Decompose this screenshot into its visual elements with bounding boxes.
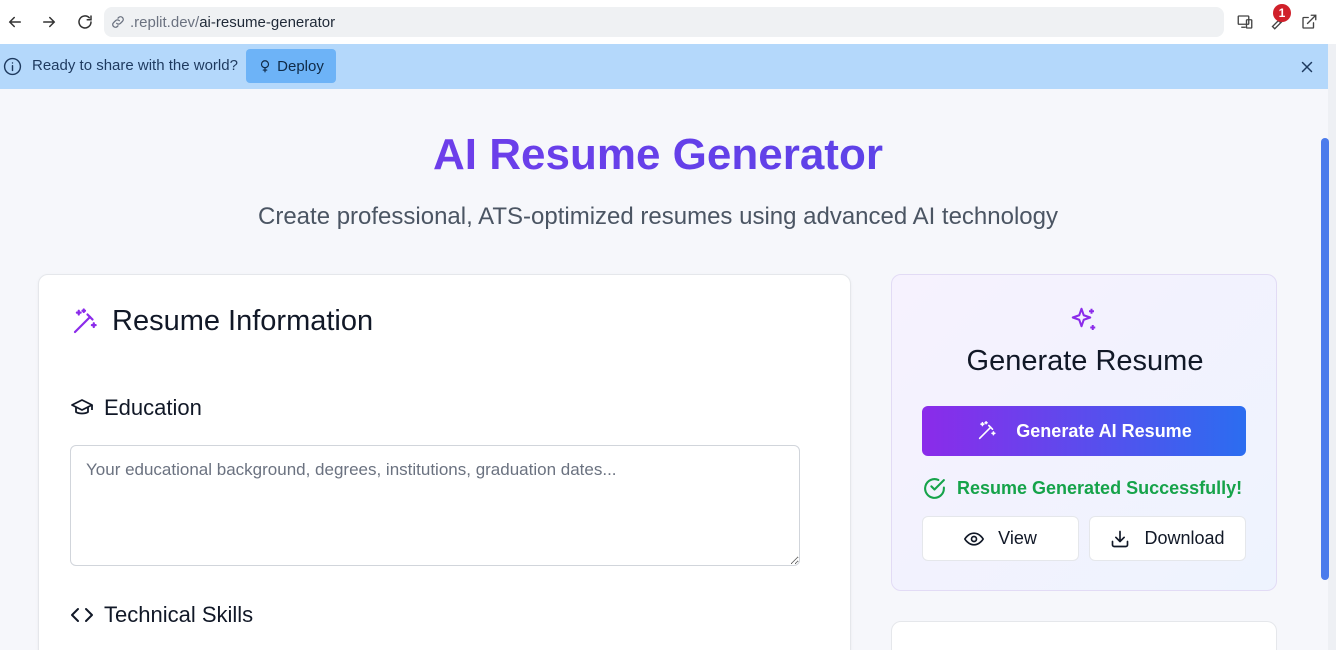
scrollbar-thumb[interactable] — [1321, 138, 1329, 580]
magic-wand-icon — [979, 421, 996, 440]
address-bar[interactable]: .replit.dev/ai-resume-generator — [104, 7, 1224, 37]
success-message: Resume Generated Successfully! — [922, 476, 1242, 501]
card-title-row: Resume Information — [70, 305, 373, 338]
generate-title: Generate Resume — [966, 345, 1204, 377]
deploy-label: Deploy — [277, 57, 324, 75]
forward-icon[interactable] — [37, 10, 61, 34]
card-title: Resume Information — [112, 305, 374, 337]
download-label: Download — [1144, 528, 1225, 548]
technical-skills-label: Technical Skills — [104, 602, 254, 627]
banner-message: Ready to share with the world? — [32, 57, 238, 74]
success-text: Resume Generated Successfully! — [957, 478, 1243, 498]
close-icon[interactable] — [1298, 58, 1316, 76]
browser-toolbar: .replit.dev/ai-resume-generator 1 — [0, 0, 1336, 44]
download-icon — [1112, 530, 1129, 547]
technical-skills-heading: Technical Skills — [70, 602, 253, 628]
reload-icon[interactable] — [73, 10, 97, 34]
page-title: AI Resume Generator — [0, 130, 1316, 180]
graduation-cap-icon — [71, 399, 93, 415]
scrollbar-track[interactable] — [1328, 44, 1336, 650]
sparkles-icon — [1071, 307, 1096, 330]
view-button[interactable]: View — [922, 516, 1079, 561]
education-label: Education — [104, 395, 202, 420]
deploy-button[interactable]: Deploy — [246, 49, 336, 83]
resume-information-card: Resume Information Education Technical S… — [38, 274, 851, 650]
magic-wand-icon — [73, 307, 97, 333]
view-label: View — [998, 528, 1037, 548]
generate-button-label: Generate AI Resume — [1016, 420, 1192, 441]
url-path: ai-resume-generator — [199, 13, 336, 31]
deploy-banner: Ready to share with the world? Deploy — [0, 44, 1328, 89]
notification-badge: 1 — [1273, 4, 1291, 22]
url-host: .replit.dev/ — [130, 13, 200, 31]
education-field[interactable] — [70, 445, 800, 566]
devices-icon[interactable] — [1233, 10, 1257, 34]
eye-icon — [964, 531, 985, 546]
link-icon — [110, 14, 126, 30]
back-icon[interactable] — [3, 10, 27, 34]
education-heading: Education — [70, 395, 202, 421]
generate-ai-resume-button[interactable]: Generate AI Resume — [922, 406, 1246, 456]
code-icon — [71, 608, 93, 622]
info-icon — [3, 57, 22, 76]
page-subtitle: Create professional, ATS-optimized resum… — [258, 203, 1058, 230]
deploy-icon — [261, 60, 270, 73]
open-external-icon[interactable] — [1297, 10, 1321, 34]
check-circle-icon — [924, 478, 945, 499]
download-button[interactable]: Download — [1089, 516, 1246, 561]
generate-resume-card: Generate Resume Generate AI Resume Resum… — [891, 274, 1277, 591]
secondary-card — [891, 621, 1277, 650]
